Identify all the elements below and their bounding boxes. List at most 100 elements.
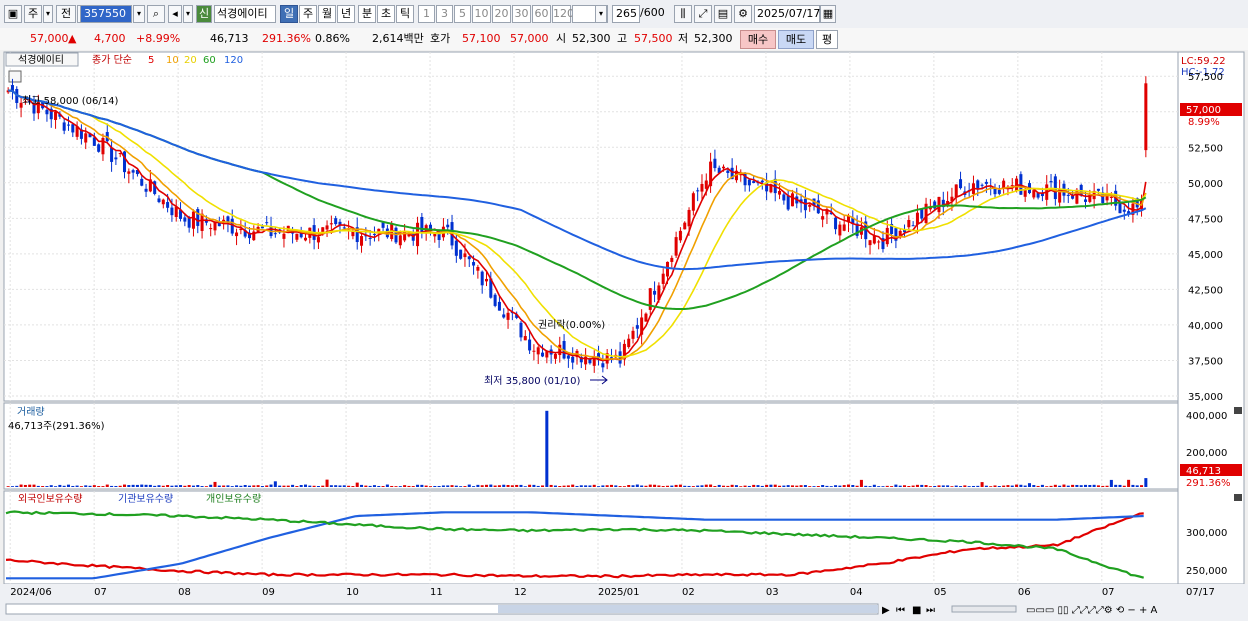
date-input[interactable]: 2025/07/17 xyxy=(754,5,820,23)
flat-button[interactable]: 평 xyxy=(816,30,838,49)
interval-5[interactable]: 5 xyxy=(454,5,471,23)
volume-bar xyxy=(291,484,295,487)
period-selector[interactable]: 전 xyxy=(56,5,76,23)
panel-close-icon[interactable] xyxy=(1234,494,1242,501)
candle xyxy=(778,190,782,195)
candle xyxy=(325,225,329,230)
zoom-slider[interactable] xyxy=(951,605,1017,613)
candle xyxy=(191,211,195,229)
volume-bar xyxy=(209,484,213,487)
volume-bar xyxy=(726,485,730,487)
volume-bar xyxy=(734,485,738,487)
candle xyxy=(66,124,70,126)
calendar-icon[interactable]: ▦ xyxy=(820,5,836,23)
volume-bar xyxy=(963,485,967,487)
save-icon[interactable]: ▤ xyxy=(714,5,732,23)
volume-bar xyxy=(683,485,687,487)
tab-second[interactable]: 초 xyxy=(377,5,395,23)
scroll-right-icon[interactable]: ▶ xyxy=(882,605,890,616)
candle xyxy=(467,256,471,260)
volume-bar xyxy=(105,484,109,487)
current-price: 57,000 xyxy=(30,32,69,45)
chevron-down-icon[interactable]: ▾ xyxy=(133,5,145,23)
candle xyxy=(110,147,114,162)
tab-year[interactable]: 년 xyxy=(337,5,355,23)
candle xyxy=(678,230,682,241)
interval-30[interactable]: 30 xyxy=(512,5,531,23)
volume-bar xyxy=(885,485,889,487)
volume-bar xyxy=(144,484,148,487)
volume-bar xyxy=(808,486,812,487)
date-axis-label: 2025/01 xyxy=(598,587,640,598)
volume-bar xyxy=(665,485,670,487)
candle xyxy=(316,237,320,243)
interval-60[interactable]: 60 xyxy=(532,5,551,23)
table-icon[interactable] xyxy=(8,70,22,83)
search-icon[interactable]: ⌕ xyxy=(147,5,165,23)
candle xyxy=(528,339,532,351)
tab-month[interactable]: 월 xyxy=(318,5,336,23)
legend-stock-name: 석경에이티 xyxy=(18,53,64,66)
rewind-icon[interactable]: ⏮ xyxy=(896,605,905,616)
volume-bar xyxy=(368,485,372,487)
chevron-down-icon[interactable]: ▾ xyxy=(183,5,193,23)
interval-10[interactable]: 10 xyxy=(472,5,491,23)
volume-bar xyxy=(153,485,157,487)
candle xyxy=(653,290,657,295)
candle xyxy=(131,170,135,173)
speaker-icon[interactable]: ◂ xyxy=(168,5,182,23)
volume-bar xyxy=(618,486,622,487)
chevron-down-icon[interactable]: ▾ xyxy=(43,5,53,23)
candle xyxy=(885,227,889,245)
buy-button[interactable]: 매수 xyxy=(740,30,776,49)
stock-name: 석경에이티 xyxy=(214,5,276,23)
volume-bar xyxy=(1079,485,1083,487)
interval-120[interactable]: 120 xyxy=(552,5,574,23)
volume-bar xyxy=(730,484,734,487)
volume-bar xyxy=(179,485,183,487)
volume-bar xyxy=(10,486,14,487)
gear-icon[interactable]: ⚙ xyxy=(734,5,752,23)
candle-icon[interactable]: ⫼ xyxy=(674,5,692,23)
candle xyxy=(1032,190,1036,198)
volume-bar xyxy=(329,485,333,487)
forward-icon[interactable]: ⏭ xyxy=(926,605,935,616)
period-prefix[interactable]: 주 xyxy=(24,5,42,23)
candle xyxy=(157,198,161,203)
count-input[interactable]: 265 xyxy=(612,5,640,23)
interval-20[interactable]: 20 xyxy=(492,5,511,23)
tab-week[interactable]: 주 xyxy=(299,5,317,23)
scrollbar-thumb[interactable] xyxy=(498,605,878,613)
volume-bar xyxy=(299,485,303,487)
tab-tick[interactable]: 틱 xyxy=(396,5,414,23)
tab-minute[interactable]: 분 xyxy=(358,5,376,23)
candle xyxy=(937,196,941,213)
volume-bar xyxy=(222,485,226,487)
volume-bar xyxy=(217,485,221,487)
candle xyxy=(1096,188,1100,191)
candle xyxy=(661,273,665,284)
stock-code-input[interactable]: 357550 xyxy=(80,5,132,23)
panel-close-icon[interactable] xyxy=(1234,407,1242,414)
volume-bar xyxy=(691,486,695,487)
date-axis-label: 12 xyxy=(514,587,527,598)
date-axis-label: 04 xyxy=(850,587,863,598)
layout-icons[interactable]: ▭▭▭ ▯▯ ⤢⤢⤢⤢⚙ ⟲ − + A xyxy=(1026,605,1158,616)
legend-individual: 개인보유수량 xyxy=(206,493,261,505)
volume-bar xyxy=(381,486,385,487)
indicator-icon[interactable]: ⤢ xyxy=(694,5,712,23)
tab-day[interactable]: 일 xyxy=(280,5,298,23)
candle xyxy=(760,180,764,183)
volume-bar xyxy=(239,485,243,487)
volume-bar xyxy=(493,485,497,487)
stop-icon[interactable]: ■ xyxy=(912,605,921,616)
volume-title: 거래량 xyxy=(17,406,45,418)
volume-bar xyxy=(166,485,170,487)
sell-button[interactable]: 매도 xyxy=(778,30,814,49)
candle xyxy=(295,233,299,240)
window-icon[interactable]: ▣ xyxy=(4,5,22,23)
interval-3[interactable]: 3 xyxy=(436,5,453,23)
interval-1[interactable]: 1 xyxy=(418,5,435,23)
chevron-down-icon[interactable]: ▾ xyxy=(595,5,607,23)
chart-area[interactable]: 석경에이티 종가 단순 5 10 20 60 120 최고 58,000 (06… xyxy=(0,50,1248,621)
